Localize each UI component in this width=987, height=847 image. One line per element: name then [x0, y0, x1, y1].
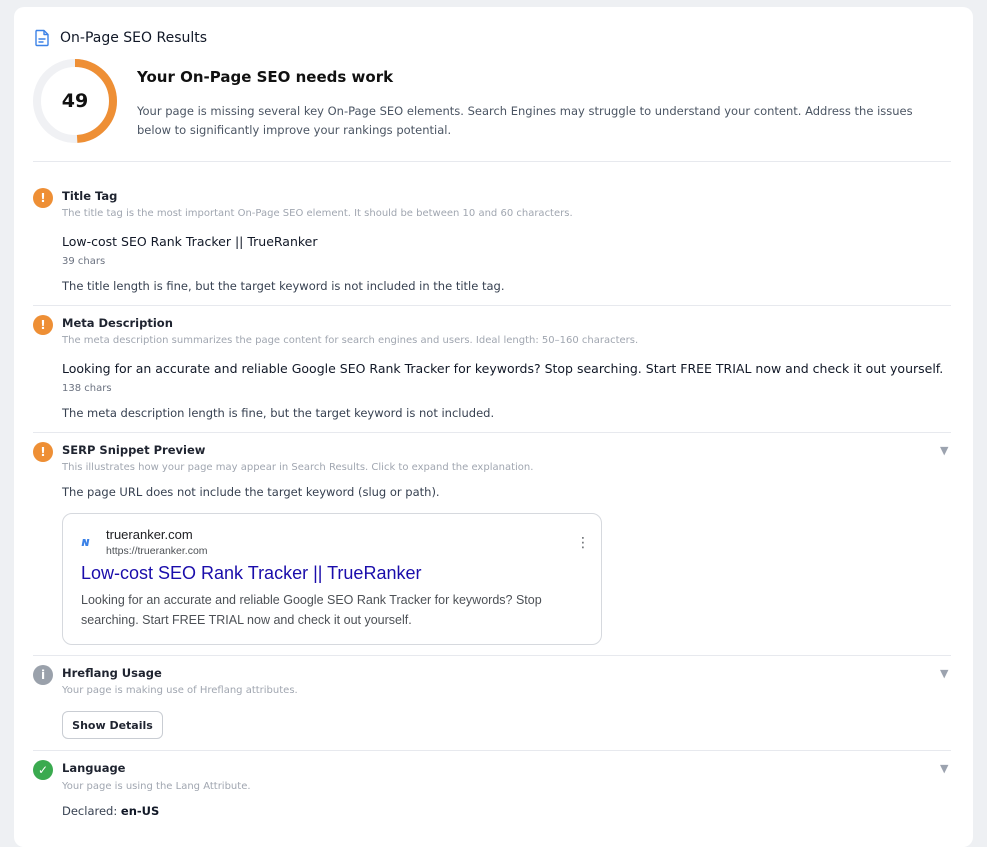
show-details-button[interactable]: Show Details [62, 711, 163, 739]
serp-preview-card: ɴ trueranker.com https://trueranker.com … [62, 513, 602, 645]
score-description: Your page is missing several key On-Page… [137, 104, 913, 137]
meta-description-description: The meta description summarizes the page… [62, 335, 639, 346]
warning-icon: ! [33, 315, 53, 335]
document-icon [35, 29, 49, 47]
title-tag-heading: Title Tag [62, 189, 118, 203]
score-summary: Your On-Page SEO needs work Your page is… [137, 68, 937, 140]
info-icon: i [33, 665, 53, 685]
divider [33, 305, 951, 306]
check-icon: ✓ [33, 760, 53, 780]
serp-description: Looking for an accurate and reliable Goo… [81, 593, 542, 627]
expand-caret-icon[interactable]: ▼ [940, 667, 948, 680]
divider [33, 655, 951, 656]
hreflang-heading[interactable]: Hreflang Usage [62, 666, 162, 680]
meta-description-value: Looking for an accurate and reliable Goo… [62, 361, 944, 376]
panel-header: On-Page SEO Results [33, 29, 207, 47]
divider [33, 750, 951, 751]
title-tag-value: Low-cost SEO Rank Tracker || TrueRanker [62, 234, 318, 249]
language-heading[interactable]: Language [62, 761, 126, 775]
hreflang-description: Your page is making use of Hreflang attr… [62, 685, 298, 696]
score-value: 49 [61, 90, 89, 112]
language-description: Your page is using the Lang Attribute. [62, 781, 251, 792]
serp-snippet-note: The page URL does not include the target… [62, 485, 440, 499]
site-logo-icon: ɴ [82, 535, 90, 549]
serp-title-link[interactable]: Low-cost SEO Rank Tracker || TrueRanker [81, 563, 421, 584]
declared-label: Declared: [62, 804, 118, 818]
score-heading: Your On-Page SEO needs work [137, 68, 394, 86]
warning-icon: ! [33, 188, 53, 208]
title-tag-count: 39 chars [62, 256, 106, 267]
title-tag-note: The title length is fine, but the target… [62, 279, 505, 293]
declared-value: en-US [120, 804, 160, 818]
serp-snippet-description[interactable]: This illustrates how your page may appea… [62, 462, 533, 473]
meta-description-note: The meta description length is fine, but… [62, 406, 495, 420]
score-gauge: 49 [32, 58, 118, 144]
serp-site-name: trueranker.com [106, 527, 193, 542]
expand-caret-icon[interactable]: ▼ [940, 444, 948, 457]
meta-description-count: 138 chars [62, 383, 112, 394]
more-options-icon[interactable]: ⋮ [576, 536, 590, 550]
serp-snippet-heading[interactable]: SERP Snippet Preview [62, 443, 205, 457]
warning-icon: ! [33, 442, 53, 462]
serp-url: https://trueranker.com [106, 545, 208, 557]
divider [33, 432, 951, 433]
panel-title: On-Page SEO Results [60, 30, 208, 46]
meta-description-heading: Meta Description [62, 316, 173, 330]
expand-caret-icon[interactable]: ▼ [940, 762, 948, 775]
language-declared: Declared: en-US [62, 804, 159, 818]
divider [33, 161, 951, 162]
seo-results-card: On-Page SEO Results 49 Your On-Page SEO … [14, 7, 973, 847]
title-tag-description: The title tag is the most important On-P… [62, 208, 573, 219]
